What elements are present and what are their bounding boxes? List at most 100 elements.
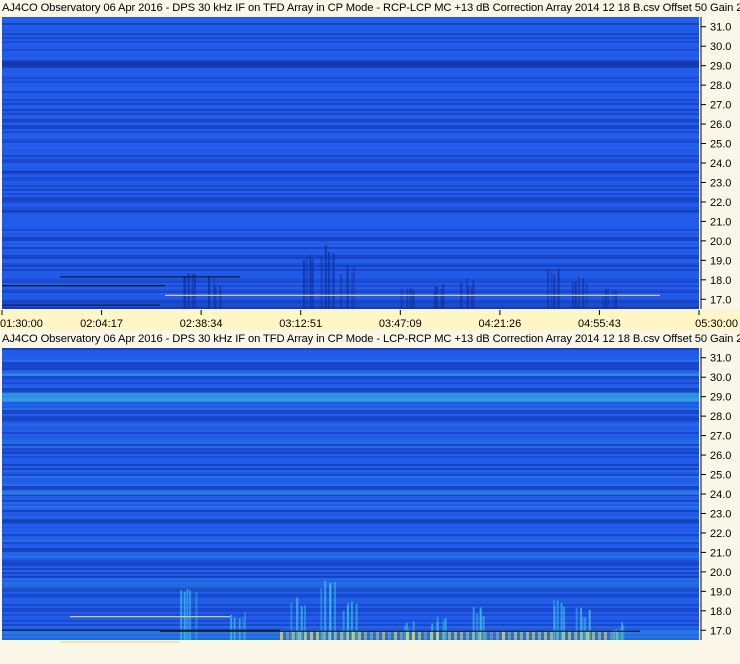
spectrogram-band [2,221,699,223]
burst-streak [340,631,343,640]
burst-streak [580,631,583,640]
spectrogram-band [2,538,699,540]
burst-streak [460,631,463,640]
spectrogram-band [2,157,699,159]
spectrogram-band [2,380,699,382]
spectrogram-band [2,283,699,285]
burst-streak [490,631,493,640]
burst-streak [544,631,547,640]
burst-streak [562,631,565,640]
spectrogram-band [2,41,699,43]
burst-streak [280,631,283,640]
spectrogram-band [2,544,699,546]
spectrogram-band [2,269,699,271]
burst-streak [304,631,307,640]
spectrogram-band [2,73,699,75]
spectrogram-band [2,35,699,37]
spectrogram-band [2,75,699,77]
spectrogram-band [2,279,699,281]
spectrogram-band [2,243,699,245]
frequency-tick-label: 24.0 [710,158,731,170]
spectrogram-band [2,424,699,426]
frequency-tick-label: 29.0 [710,392,731,404]
spectrogram-band [2,434,699,436]
frequency-tick-label: 24.0 [710,489,731,501]
spectrogram-band [2,388,699,390]
spectrogram-band [2,582,699,584]
burst-streak [436,631,439,640]
spectrogram-band [2,392,699,402]
spectrogram-band [2,109,699,111]
frequency-tick-label: 22.0 [710,528,731,540]
spectrogram-band [2,81,699,83]
spectrogram-band [2,165,699,167]
burst-streak [610,631,613,640]
burst-streak [526,631,529,640]
spectrogram-band [2,454,699,456]
frequency-tick-label: 18.0 [710,606,731,618]
spectrogram-band [2,85,699,87]
spectrogram-band [2,19,699,21]
frequency-tick-label: 19.0 [710,255,731,267]
frequency-tick-label: 21.0 [710,547,731,559]
spectrogram-band [2,542,699,544]
burst-streak [352,631,355,640]
spectrogram-band [2,257,699,259]
burst-streak [310,631,313,640]
spectrogram-band [2,93,699,95]
spectrogram-band [2,159,699,161]
spectrogram-band [2,53,699,55]
frequency-tick-label: 26.0 [710,450,731,462]
spectrogram-band [2,622,699,624]
frequency-tick-label: 17.0 [710,294,731,306]
spectrogram-band [2,446,699,448]
spectrogram-band [2,458,699,460]
spectrogram-band [2,592,699,594]
spectrogram-band [2,502,699,504]
spectrogram-band [2,596,699,598]
spectrogram-band [2,293,699,295]
spectrogram-band [2,526,699,528]
spectrogram-band [2,504,699,506]
spectrogram-band [2,352,699,354]
burst-streak [448,631,451,640]
spectrogram-band [2,510,699,512]
spectrogram-band [2,99,699,101]
spectrogram-band [2,356,699,358]
spectrogram-band [2,556,699,558]
spectrogram-band [2,197,699,199]
spectrogram-band [2,71,699,73]
spectrogram-band [2,163,699,165]
spectrogram-band [2,614,699,616]
spectrogram-band [2,512,699,514]
spectrogram-band [2,291,699,293]
spectrogram-band [2,570,699,572]
burst-streak [430,631,433,640]
spectrogram-band [2,408,699,410]
spectrogram-band [2,187,699,189]
spectrogram-band [2,448,699,450]
spectrogram-band [2,231,699,233]
spectrogram-band [2,404,699,406]
burst-streak [406,631,409,640]
spectrogram-band [2,576,699,578]
frequency-tick-label: 27.0 [710,100,731,112]
spectrogram-band [2,103,699,105]
spectrogram-band [2,235,699,237]
spectrogram-band [2,600,699,602]
burst-streak [292,631,295,640]
spectrogram-band [2,440,699,442]
spectrogram-band [2,239,699,241]
frequency-tick-label: 27.0 [710,431,731,443]
time-tick-label: 03:47:09 [379,318,422,330]
spectrogram-band [2,173,699,175]
spectrogram-band [2,382,699,384]
spectrogram-band [2,203,699,205]
burst-streak [508,631,511,640]
spectrogram-band [2,564,699,566]
spectrogram-band [2,418,699,420]
burst-streak [502,631,505,640]
spectrogram-band [2,364,699,366]
spectrogram-band [2,602,699,604]
spectrogram-band [2,452,699,454]
